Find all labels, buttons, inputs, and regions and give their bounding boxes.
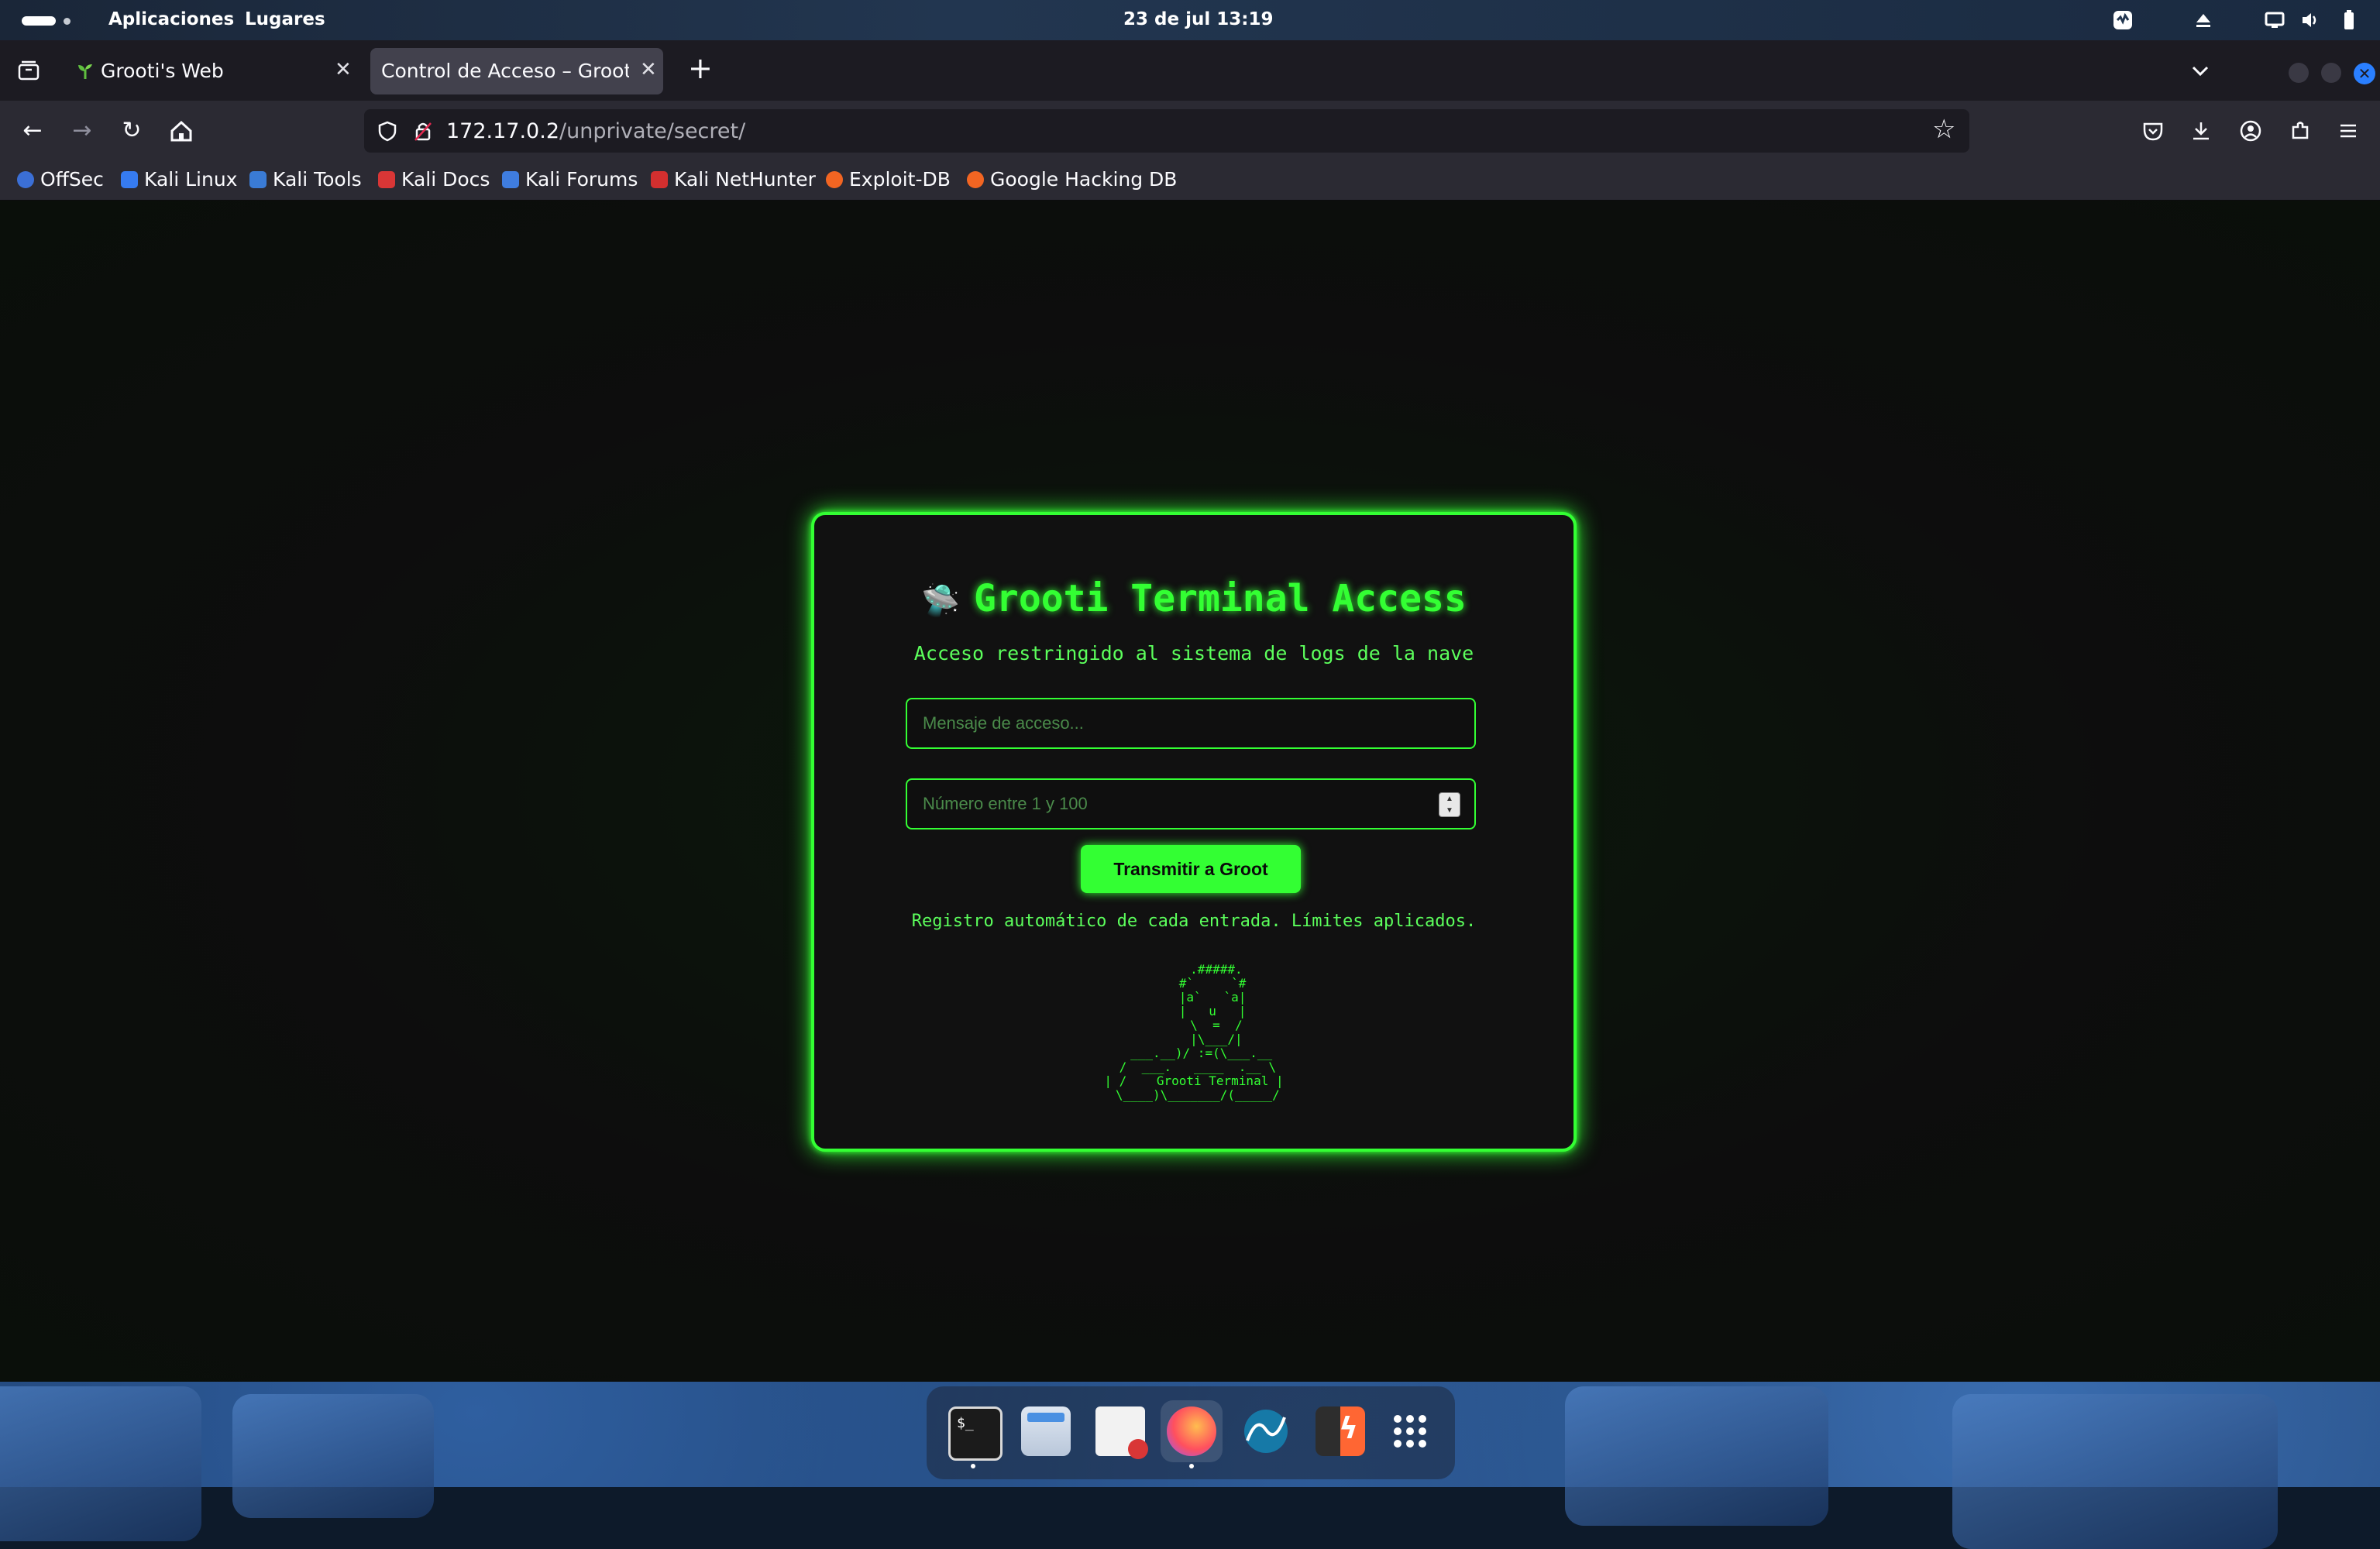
- bookmark-label: Google Hacking DB: [990, 168, 1178, 191]
- url-bar[interactable]: 172.17.0.2/unprivate/secret/ ☆: [364, 109, 1969, 153]
- bookmark-exploit-db[interactable]: Exploit-DB: [826, 168, 951, 191]
- ufo-icon: 🛸: [921, 583, 961, 619]
- applications-menu[interactable]: Aplicaciones: [108, 9, 234, 29]
- back-arrow-icon[interactable]: ←: [15, 114, 50, 148]
- display-icon[interactable]: [2264, 9, 2285, 31]
- spinner-down-icon[interactable]: ▼: [1439, 805, 1460, 816]
- top-panel: Aplicaciones Lugares 23 de jul 13:19: [0, 0, 2380, 40]
- bookmark-kali-tools[interactable]: Kali Tools: [249, 168, 362, 191]
- clock[interactable]: 23 de jul 13:19: [1123, 9, 1273, 29]
- tracking-shield-icon[interactable]: [377, 120, 398, 142]
- firefox-icon[interactable]: [1161, 1400, 1223, 1462]
- bookmark-label: Kali Tools: [273, 168, 362, 191]
- bookmark-star-icon[interactable]: ☆: [1932, 114, 1955, 145]
- title-text: Grooti Terminal Access: [974, 577, 1467, 620]
- url-text[interactable]: 172.17.0.2/unprivate/secret/: [446, 119, 745, 143]
- activities-indicator[interactable]: [22, 16, 56, 26]
- wallpaper-keycap: [232, 1394, 434, 1518]
- groot-ascii-art: .#####. #` `# |a` `a| | u | \ = / |\___/…: [1104, 962, 1284, 1102]
- logging-notice: Registro automático de cada entrada. Lím…: [911, 912, 1477, 931]
- tab-groot-web[interactable]: Grooti's Web ✕: [67, 48, 359, 94]
- number-field[interactable]: ▲▼: [906, 778, 1476, 829]
- bookmark-offsec[interactable]: OffSec: [17, 168, 104, 191]
- bookmark-label: Kali Docs: [401, 168, 490, 191]
- bookmark-label: Exploit-DB: [849, 168, 951, 191]
- minimize-button[interactable]: [2289, 63, 2309, 83]
- extensions-icon[interactable]: [2289, 119, 2312, 143]
- bookmark-kali-nethunter[interactable]: Kali NetHunter: [651, 168, 816, 191]
- downloads-icon[interactable]: [2189, 119, 2213, 143]
- exploit-db-icon: [826, 171, 843, 188]
- account-icon[interactable]: [2239, 119, 2262, 143]
- eject-icon[interactable]: [2193, 9, 2214, 31]
- navigation-toolbar: ← → ↻ 172.17.0.2/unprivate/secret/ ☆: [0, 101, 2380, 161]
- reload-icon[interactable]: ↻: [115, 114, 149, 148]
- workspace-dot: [64, 18, 71, 25]
- pocket-icon[interactable]: [2141, 119, 2165, 143]
- close-tab-icon[interactable]: ✕: [640, 58, 657, 81]
- volume-icon[interactable]: [2299, 9, 2321, 31]
- bookmark-label: Kali Forums: [525, 168, 638, 191]
- running-indicator: [1189, 1464, 1194, 1468]
- bookmarks-toolbar: OffSec Kali Linux Kali Tools Kali Docs K…: [0, 161, 2380, 201]
- transmit-button[interactable]: Transmitir a Groot: [1081, 845, 1301, 893]
- kali-forums-icon: [502, 171, 519, 188]
- new-tab-button[interactable]: +: [688, 51, 713, 85]
- list-tabs-icon[interactable]: [2189, 60, 2211, 82]
- wallpaper-keycap: [0, 1386, 201, 1541]
- ghdb-icon: [967, 171, 984, 188]
- close-window-button[interactable]: ✕: [2354, 63, 2375, 84]
- bookmark-label: Kali NetHunter: [674, 168, 816, 191]
- kali-docs-icon: [378, 171, 395, 188]
- url-path: /unprivate/secret/: [559, 119, 746, 143]
- bookmark-label: OffSec: [40, 168, 104, 191]
- bookmark-label: Kali Linux: [144, 168, 238, 191]
- access-card: 🛸 Grooti Terminal Access Acceso restringi…: [811, 512, 1577, 1152]
- bookmark-google-hacking-db[interactable]: Google Hacking DB: [967, 168, 1177, 191]
- message-input[interactable]: [907, 699, 1474, 747]
- maximize-button[interactable]: [2321, 63, 2341, 83]
- kali-dragon-icon: [121, 171, 138, 188]
- places-menu[interactable]: Lugares: [245, 9, 325, 29]
- bookmark-kali-docs[interactable]: Kali Docs: [378, 168, 490, 191]
- firefox-window: Grooti's Web ✕ Control de Acceso – Groot…: [0, 40, 2380, 1382]
- page-content: 🛸 Grooti Terminal Access Acceso restringi…: [0, 201, 2380, 1382]
- insecure-lock-icon[interactable]: [412, 120, 434, 142]
- app-grid-icon[interactable]: [1385, 1406, 1435, 1456]
- wireshark-icon[interactable]: [1241, 1406, 1291, 1456]
- dock: $_ ϟ: [927, 1386, 1455, 1479]
- wallpaper-keycap: [1565, 1386, 1828, 1526]
- offsec-icon: [17, 171, 34, 188]
- number-spinner[interactable]: ▲ ▼: [1439, 792, 1460, 817]
- url-host: 172.17.0.2: [446, 119, 559, 143]
- bookmark-kali-forums[interactable]: Kali Forums: [502, 168, 638, 191]
- text-editor-icon[interactable]: [1095, 1406, 1148, 1459]
- kali-tools-icon: [249, 171, 267, 188]
- tab-label: Grooti's Web: [101, 60, 224, 82]
- page-title: 🛸 Grooti Terminal Access: [814, 577, 1573, 620]
- spinner-up-icon[interactable]: ▲: [1439, 793, 1460, 805]
- sprout-icon: [78, 64, 92, 79]
- number-input[interactable]: [907, 780, 1474, 828]
- files-icon[interactable]: [1021, 1406, 1071, 1456]
- bookmark-kali-linux[interactable]: Kali Linux: [121, 168, 237, 191]
- tab-label: Control de Acceso – Grooti S: [381, 60, 629, 82]
- forward-arrow-icon[interactable]: →: [65, 114, 99, 148]
- vpn-icon[interactable]: [2112, 9, 2134, 31]
- nethunter-icon: [651, 171, 668, 188]
- hamburger-menu-icon[interactable]: [2337, 119, 2360, 143]
- tab-bar: Grooti's Web ✕ Control de Acceso – Groot…: [0, 40, 2380, 101]
- wallpaper-keycap: [1952, 1394, 2278, 1549]
- page-subtitle: Acceso restringido al sistema de logs de…: [913, 642, 1474, 665]
- tab-overview-icon[interactable]: [17, 59, 40, 82]
- close-tab-icon[interactable]: ✕: [335, 58, 352, 81]
- tab-access-control[interactable]: Control de Acceso – Grooti S ✕: [370, 48, 663, 94]
- message-field[interactable]: [906, 698, 1476, 749]
- battery-icon[interactable]: [2338, 9, 2360, 31]
- terminal-icon[interactable]: $_: [948, 1406, 1003, 1461]
- running-indicator: [971, 1464, 975, 1468]
- burpsuite-icon[interactable]: ϟ: [1316, 1406, 1365, 1456]
- home-icon[interactable]: [164, 114, 198, 148]
